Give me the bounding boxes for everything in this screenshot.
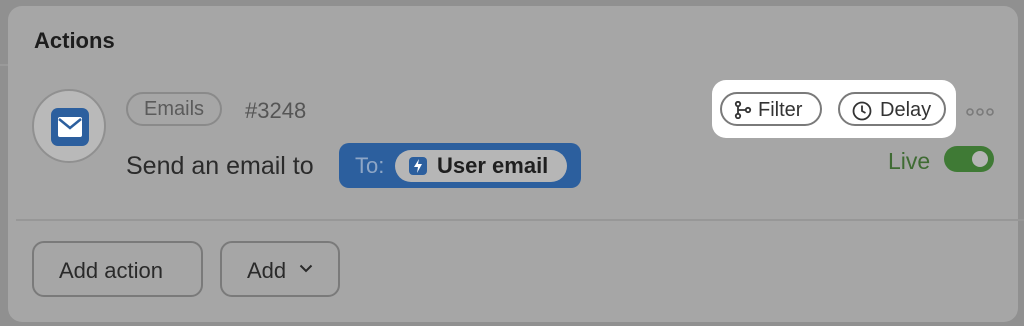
bolt-icon [409, 157, 427, 175]
app-tag[interactable]: Emails [126, 92, 223, 126]
add-action-button[interactable]: Add action [32, 241, 203, 297]
divider [0, 64, 8, 66]
branch-icon [734, 101, 752, 119]
divider [16, 219, 1024, 221]
toggle-knob [972, 151, 988, 167]
add-label: Add [247, 258, 287, 283]
more-horizontal-icon[interactable] [966, 104, 994, 122]
add-dropdown-button[interactable]: Add [220, 241, 340, 297]
clock-icon [852, 101, 872, 121]
chevron-down-icon [299, 264, 313, 273]
filter-button[interactable]: Filter [720, 92, 822, 126]
status-label: Live [888, 148, 931, 174]
record-id: #3248 [245, 98, 307, 123]
filter-label: Filter [758, 99, 803, 121]
action-avatar [32, 89, 106, 163]
panel-title: Actions [34, 28, 115, 53]
recipient-value: User email [437, 153, 549, 178]
action-sentence: Send an email to [126, 152, 314, 180]
controls-highlight: Filter Delay [712, 80, 956, 138]
recipient-field[interactable]: To: User email [339, 143, 581, 188]
delay-button[interactable]: Delay [838, 92, 946, 126]
recipient-chip[interactable]: User email [395, 150, 567, 182]
recipient-prefix: To: [355, 153, 385, 178]
live-toggle[interactable] [944, 146, 994, 172]
envelope-icon [51, 108, 89, 146]
delay-label: Delay [880, 99, 932, 121]
add-action-label: Add action [59, 258, 163, 283]
